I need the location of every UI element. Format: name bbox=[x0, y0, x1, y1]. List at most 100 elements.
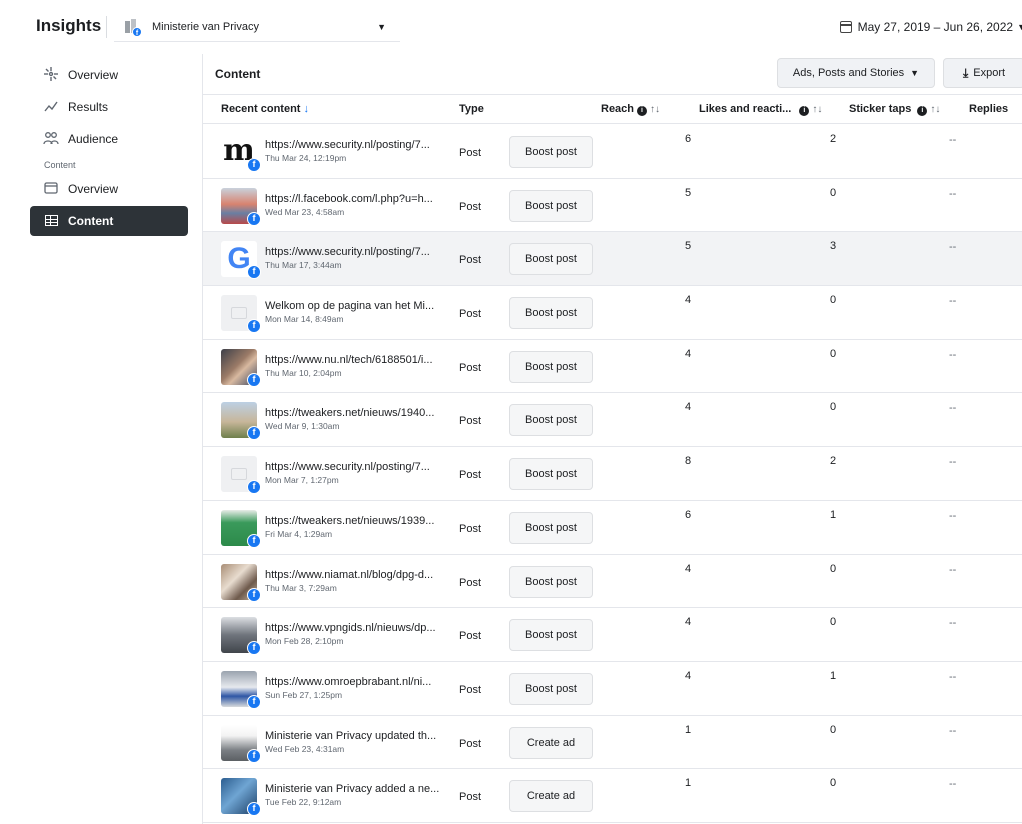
sticker-taps-value: -- bbox=[949, 509, 957, 522]
boost-post-button[interactable]: Boost post bbox=[509, 350, 593, 383]
likes-value: 1 bbox=[830, 669, 837, 682]
boost-post-button[interactable]: Boost post bbox=[509, 404, 593, 437]
boost-post-button[interactable]: Boost post bbox=[509, 619, 593, 652]
calendar-icon bbox=[839, 21, 852, 33]
sort-icon: ↑↓ bbox=[930, 104, 941, 115]
post-title[interactable]: https://www.omroepbrabant.nl/ni... bbox=[265, 676, 431, 688]
post-title[interactable]: https://www.security.nl/posting/7... bbox=[265, 139, 430, 151]
trend-icon bbox=[42, 99, 60, 116]
page-selector[interactable]: f Ministerie van Privacy ▼ bbox=[114, 12, 400, 42]
table-row[interactable]: f https://www.niamat.nl/blog/dpg-d... Thu … bbox=[203, 555, 1022, 609]
col-label: Recent content bbox=[221, 103, 301, 115]
table-row[interactable]: f https://www.nu.nl/tech/6188501/i... Thu … bbox=[203, 340, 1022, 394]
post-date: Wed Mar 23, 4:58am bbox=[265, 206, 345, 217]
post-type: Post bbox=[459, 683, 482, 696]
post-title[interactable]: https://www.nu.nl/tech/6188501/i... bbox=[265, 354, 433, 366]
boost-post-button[interactable]: Boost post bbox=[509, 136, 593, 168]
sidebar-item-label: Content bbox=[68, 214, 114, 228]
table-row[interactable]: f https://l.facebook.com/l.php?u=h... Wed … bbox=[203, 179, 1022, 233]
post-title[interactable]: https://l.facebook.com/l.php?u=h... bbox=[265, 193, 433, 205]
table-row[interactable]: f https://www.vpngids.nl/nieuws/dp... Mon … bbox=[203, 608, 1022, 662]
col-recent-content[interactable]: Recent content ↓ bbox=[221, 103, 309, 115]
table-row[interactable]: f https://www.security.nl/posting/7... Mon… bbox=[203, 447, 1022, 501]
table-row[interactable]: f Ministerie van Privacy updated th... Wed… bbox=[203, 716, 1022, 770]
sticker-taps-value: -- bbox=[949, 456, 957, 469]
post-title[interactable]: https://tweakers.net/nieuws/1939... bbox=[265, 515, 434, 527]
sort-down-icon: ↓ bbox=[303, 103, 309, 115]
download-icon: ⤓ bbox=[962, 65, 969, 80]
facebook-icon: f bbox=[247, 319, 261, 334]
insights-title: Insights bbox=[36, 16, 102, 35]
table-row[interactable]: Gf https://www.security.nl/posting/7... Th… bbox=[203, 232, 1022, 287]
post-title[interactable]: Ministerie van Privacy added a ne... bbox=[265, 783, 439, 795]
post-date: Mon Feb 28, 2:10pm bbox=[265, 636, 344, 647]
sidebar-item-audience[interactable]: Audience bbox=[30, 124, 188, 154]
boost-post-button[interactable]: Boost post bbox=[509, 511, 593, 544]
post-date: Fri Mar 4, 1:29am bbox=[265, 528, 333, 539]
content-filter-dropdown[interactable]: Ads, Posts and Stories ▼ bbox=[777, 58, 935, 88]
boost-post-button[interactable]: Boost post bbox=[509, 672, 593, 705]
boost-post-button[interactable]: Boost post bbox=[509, 565, 593, 598]
table-row[interactable]: f https://www.omroepbrabant.nl/ni... Sun F… bbox=[203, 662, 1022, 716]
create-ad-button[interactable]: Create ad bbox=[509, 726, 593, 759]
col-reach[interactable]: Reach i ↑↓ bbox=[601, 103, 660, 116]
col-sticker-taps[interactable]: Sticker taps i ↑↓ bbox=[849, 103, 940, 116]
boost-post-button[interactable]: Boost post bbox=[509, 189, 593, 222]
sticker-taps-value: -- bbox=[949, 778, 957, 791]
post-type: Post bbox=[459, 576, 482, 589]
boost-post-button[interactable]: Boost post bbox=[509, 297, 593, 330]
post-type: Post bbox=[459, 469, 482, 482]
sticker-taps-value: -- bbox=[949, 402, 957, 415]
boost-post-button[interactable]: Boost post bbox=[509, 458, 593, 491]
facebook-icon: f bbox=[247, 426, 261, 441]
post-title[interactable]: Ministerie van Privacy updated th... bbox=[265, 730, 436, 742]
post-type: Post bbox=[459, 415, 482, 428]
table-row[interactable]: f https://tweakers.net/nieuws/1939... Fri … bbox=[203, 501, 1022, 555]
date-range-picker[interactable]: May 27, 2019 – Jun 26, 2022 ▼ bbox=[839, 20, 1022, 34]
col-label: Likes and reacti... bbox=[699, 103, 792, 115]
table-row[interactable]: f Ministerie van Privacy added a ne... Tue… bbox=[203, 769, 1022, 823]
boost-post-button[interactable]: Boost post bbox=[509, 243, 593, 276]
chevron-down-icon: ▼ bbox=[910, 68, 920, 78]
sidebar-item-results[interactable]: Results bbox=[30, 92, 188, 122]
facebook-icon: f bbox=[247, 480, 261, 495]
sidebar: Overview Results Audience Content Overvi… bbox=[30, 60, 188, 238]
post-title[interactable]: https://tweakers.net/nieuws/1940... bbox=[265, 407, 434, 419]
reach-value: 6 bbox=[685, 133, 692, 145]
reach-value: 6 bbox=[685, 508, 692, 521]
likes-value: 0 bbox=[830, 616, 837, 629]
sidebar-item-content-overview[interactable]: Overview bbox=[30, 174, 188, 204]
col-likes[interactable]: Likes and reacti... i ↑↓ bbox=[699, 103, 822, 116]
page-avatar-icon: f bbox=[122, 17, 142, 37]
col-replies[interactable]: Replies bbox=[969, 103, 1008, 115]
post-date: Wed Mar 9, 1:30am bbox=[265, 421, 340, 432]
export-button[interactable]: ⤓ Export bbox=[943, 58, 1022, 88]
sidebar-item-label: Overview bbox=[68, 68, 119, 82]
sidebar-item-content[interactable]: Content bbox=[30, 206, 188, 236]
image-icon bbox=[42, 181, 60, 198]
create-ad-button[interactable]: Create ad bbox=[509, 780, 593, 813]
likes-value: 0 bbox=[830, 562, 837, 575]
table-row[interactable]: m f https://www.security.nl/posting/7... Th… bbox=[203, 125, 1022, 179]
post-title[interactable]: Welkom op de pagina van het Mi... bbox=[265, 300, 434, 312]
post-title[interactable]: https://www.security.nl/posting/7... bbox=[265, 246, 430, 258]
reach-value: 4 bbox=[685, 401, 692, 414]
table-header: Recent content ↓ Type Reach i ↑↓ Likes and … bbox=[203, 94, 1022, 124]
facebook-icon: f bbox=[247, 265, 261, 280]
reach-value: 5 bbox=[685, 240, 692, 253]
post-type: Post bbox=[459, 147, 482, 159]
post-title[interactable]: https://www.vpngids.nl/nieuws/dp... bbox=[265, 622, 436, 634]
table-row[interactable]: f Welkom op de pagina van het Mi... Mon Ma… bbox=[203, 286, 1022, 340]
post-type: Post bbox=[459, 254, 482, 267]
post-title[interactable]: https://www.niamat.nl/blog/dpg-d... bbox=[265, 569, 433, 581]
post-date: Thu Mar 3, 7:29am bbox=[265, 582, 337, 593]
sidebar-item-overview[interactable]: Overview bbox=[30, 60, 188, 90]
likes-value: 0 bbox=[830, 777, 837, 790]
facebook-icon: f bbox=[247, 802, 261, 817]
sticker-taps-value: -- bbox=[949, 187, 957, 200]
header-divider bbox=[106, 16, 107, 38]
post-title[interactable]: https://www.security.nl/posting/7... bbox=[265, 461, 430, 473]
table-row[interactable]: f https://tweakers.net/nieuws/1940... Wed … bbox=[203, 393, 1022, 448]
col-type[interactable]: Type bbox=[459, 103, 484, 115]
post-date: Sun Feb 27, 1:25pm bbox=[265, 689, 343, 700]
